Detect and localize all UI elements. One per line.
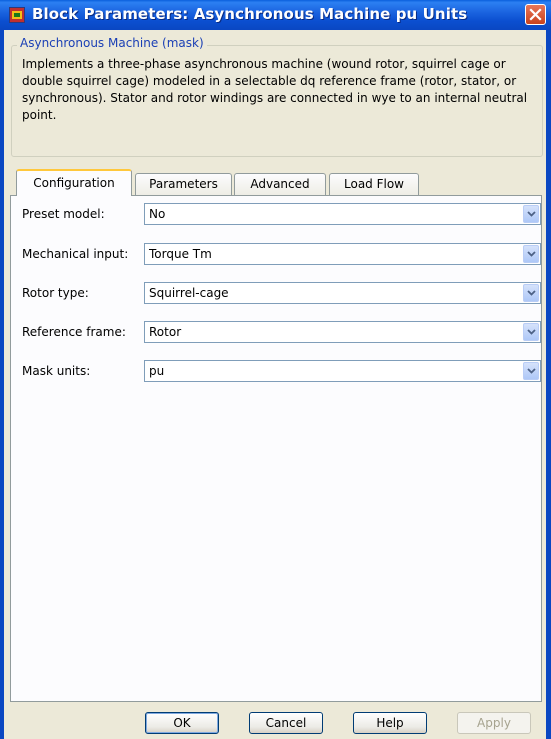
tab-label: Configuration (33, 176, 115, 190)
tab-configuration[interactable]: Configuration (16, 169, 132, 196)
tab-label: Advanced (250, 177, 310, 191)
dialog-window: Block Parameters: Asynchronous Machine p… (0, 0, 551, 739)
tab-parameters[interactable]: Parameters (135, 173, 232, 195)
window-right-border (546, 30, 551, 739)
tab-load-flow[interactable]: Load Flow (329, 173, 419, 195)
simulink-block-icon (9, 7, 25, 23)
cancel-button[interactable]: Cancel (249, 712, 323, 734)
tab-advanced[interactable]: Advanced (234, 173, 326, 195)
select-value: pu (149, 364, 165, 378)
mask-description: Implements a three-phase asynchronous ma… (22, 57, 528, 122)
dropdown-button[interactable] (523, 205, 539, 223)
select-value: Torque Tm (149, 247, 212, 261)
select-value: Squirrel-cage (149, 286, 229, 300)
reference-frame-label: Reference frame: (22, 325, 126, 339)
select-value: No (149, 207, 166, 221)
chevron-down-icon (527, 211, 536, 217)
tab-label: Load Flow (344, 177, 404, 191)
preset-model-label: Preset model: (22, 207, 105, 221)
select-value: Rotor (149, 325, 182, 339)
window-title: Block Parameters: Asynchronous Machine p… (32, 5, 468, 23)
dropdown-button[interactable] (523, 284, 539, 302)
chevron-down-icon (527, 329, 536, 335)
chevron-down-icon (527, 251, 536, 257)
configuration-panel (10, 195, 542, 702)
ok-button[interactable]: OK (145, 712, 219, 734)
help-button[interactable]: Help (353, 712, 427, 734)
dropdown-button[interactable] (523, 323, 539, 341)
group-title: Asynchronous Machine (mask) (17, 36, 207, 50)
mask-units-label: Mask units: (22, 364, 91, 378)
chevron-down-icon (527, 368, 536, 374)
reference-frame-select[interactable]: Rotor (144, 321, 541, 343)
rotor-type-select[interactable]: Squirrel-cage (144, 282, 541, 304)
dropdown-button[interactable] (523, 245, 539, 263)
apply-button[interactable]: Apply (457, 712, 531, 734)
preset-model-select[interactable]: No (144, 203, 541, 225)
close-icon (529, 8, 542, 21)
title-bar[interactable]: Block Parameters: Asynchronous Machine p… (0, 0, 551, 30)
close-button[interactable] (525, 4, 546, 25)
tab-label: Parameters (149, 177, 218, 191)
window-left-border (0, 30, 4, 739)
mechanical-input-select[interactable]: Torque Tm (144, 243, 541, 265)
mask-units-select[interactable]: pu (144, 360, 541, 382)
mechanical-input-label: Mechanical input: (22, 247, 129, 261)
dropdown-button[interactable] (523, 362, 539, 380)
rotor-type-label: Rotor type: (22, 286, 89, 300)
chevron-down-icon (527, 290, 536, 296)
